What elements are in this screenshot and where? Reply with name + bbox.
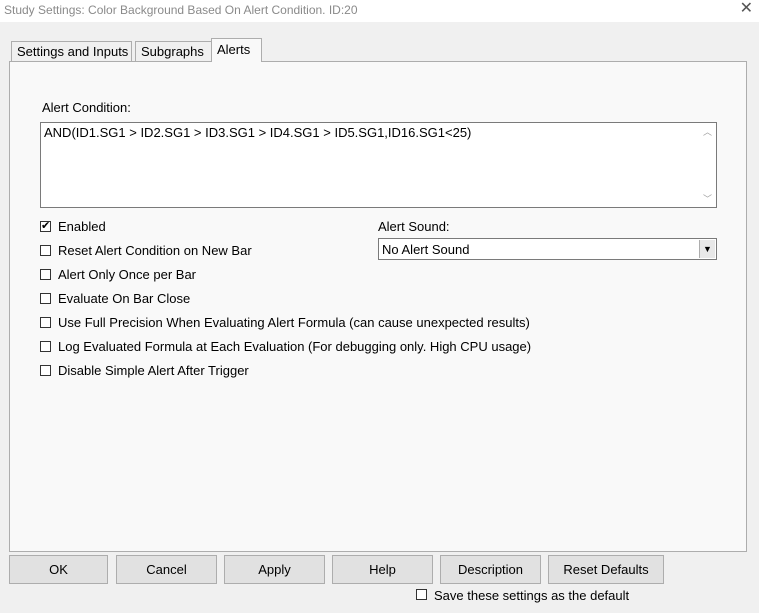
close-icon[interactable]: ✕: [740, 1, 753, 17]
checkbox-box[interactable]: [40, 245, 51, 256]
tab-alerts[interactable]: Alerts: [211, 38, 262, 62]
tab-label: Subgraphs: [141, 44, 204, 59]
checkbox-label: Alert Only Once per Bar: [58, 267, 196, 282]
checkbox-label: Disable Simple Alert After Trigger: [58, 363, 249, 378]
checkbox-label: Log Evaluated Formula at Each Evaluation…: [58, 339, 532, 354]
cancel-button[interactable]: Cancel: [116, 555, 217, 584]
title-bar: Study Settings: Color Background Based O…: [0, 0, 759, 22]
apply-button[interactable]: Apply: [224, 555, 325, 584]
checkbox-label: Use Full Precision When Evaluating Alert…: [58, 315, 530, 330]
chevron-down-icon[interactable]: ▼: [699, 240, 715, 258]
checkbox-label: Evaluate On Bar Close: [58, 291, 191, 306]
alert-sound-select[interactable]: No Alert Sound ▼: [378, 238, 717, 260]
checkbox-box[interactable]: [40, 293, 51, 304]
checkbox-box[interactable]: ✔: [40, 220, 51, 232]
checkbox-label: Enabled: [58, 219, 106, 234]
ok-button[interactable]: OK: [9, 555, 108, 584]
alert-condition-label: Alert Condition:: [42, 100, 131, 115]
checkbox-box[interactable]: [40, 269, 51, 280]
save-default-label: Save these settings as the default: [434, 588, 630, 603]
save-default-checkbox[interactable]: [416, 589, 427, 600]
help-button[interactable]: Help: [332, 555, 433, 584]
reset-defaults-button[interactable]: Reset Defaults: [548, 555, 664, 584]
tab-settings-and-inputs[interactable]: Settings and Inputs: [11, 41, 132, 61]
tab-label: Settings and Inputs: [17, 44, 129, 59]
description-button[interactable]: Description: [440, 555, 541, 584]
vertical-scrollbar[interactable]: ︿ ﹀: [700, 123, 716, 207]
tab-subgraphs[interactable]: Subgraphs: [135, 41, 212, 61]
checkbox-label: Reset Alert Condition on New Bar: [58, 243, 252, 258]
checkbox-box[interactable]: [40, 365, 51, 376]
alert-sound-value: No Alert Sound: [382, 242, 470, 257]
tab-label: Alerts: [217, 42, 251, 57]
window-title: Study Settings: Color Background Based O…: [4, 3, 358, 17]
alert-sound-label: Alert Sound:: [378, 219, 450, 234]
checkbox-box[interactable]: [40, 317, 51, 328]
alert-condition-text: AND(ID1.SG1 > ID2.SG1 > ID3.SG1 > ID4.SG…: [44, 125, 472, 140]
checkmark-icon: ✔: [41, 220, 51, 232]
scroll-down-icon[interactable]: ﹀: [703, 192, 712, 205]
checkbox-box[interactable]: [40, 341, 51, 352]
scroll-up-icon[interactable]: ︿: [703, 125, 712, 138]
alert-condition-input[interactable]: AND(ID1.SG1 > ID2.SG1 > ID3.SG1 > ID4.SG…: [40, 122, 717, 208]
